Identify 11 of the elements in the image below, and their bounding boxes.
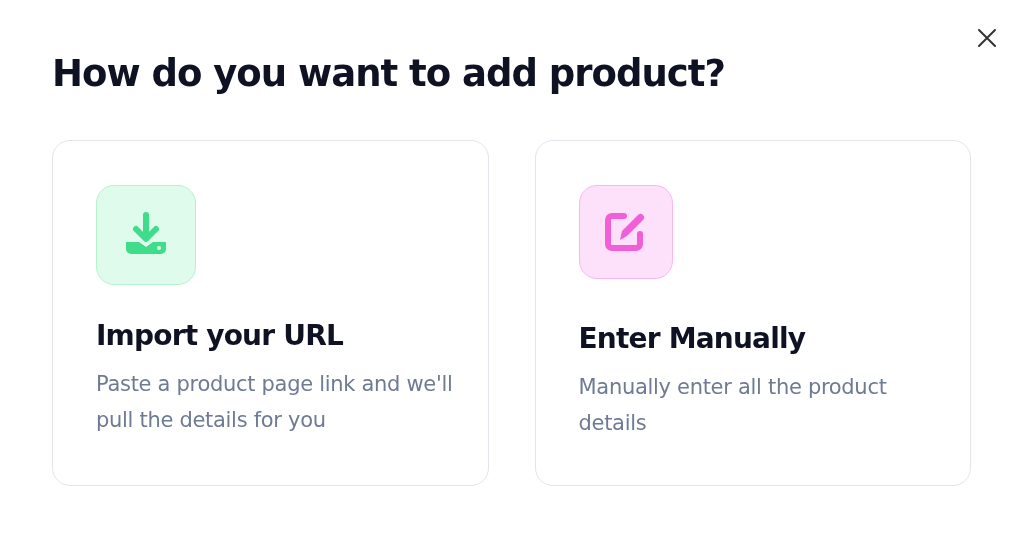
option-title: Import your URL (96, 319, 344, 352)
close-icon (977, 28, 997, 48)
option-description: Paste a product page link and we'll pull the details for you (96, 371, 454, 434)
option-title: Enter Manually (578, 322, 807, 355)
edit-icon (578, 185, 673, 279)
option-card[interactable]: Import your URL Paste a product page link and we'll pull the details for you (52, 140, 489, 486)
close-button[interactable] (977, 28, 997, 48)
dialog-title: How do you want to add product? (52, 52, 726, 95)
download-icon (96, 185, 196, 285)
option-description: Manually enter all the product details (578, 374, 888, 437)
option-card[interactable]: Enter Manually Manually enter all the product details (534, 140, 971, 486)
